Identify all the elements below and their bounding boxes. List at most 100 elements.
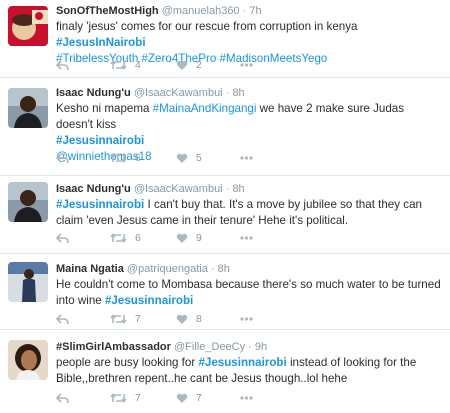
more-icon [240,317,253,321]
retweet-button[interactable]: 6 [110,231,141,245]
tweet-text: He couldn't come to Mombasa because ther… [56,277,444,309]
tweet-text-segment: Kesho ni mapema [56,102,153,115]
tweet[interactable]: Maina Ngatia @patriquengatia · 8h He cou… [0,254,450,330]
heart-icon [176,393,188,403]
tweet-actions: 7 7 [56,391,436,405]
more-icon [240,63,253,67]
reply-button[interactable] [56,391,69,405]
hashtag-link[interactable]: #Jesusinnairobi [56,134,144,147]
tweet-timestamp[interactable]: 7h [249,5,261,17]
tweet-text-segment: finaly 'jesus' comes for our rescue from… [56,20,358,33]
like-button[interactable]: 7 [176,391,202,405]
user-fullname[interactable]: SonOfTheMostHigh [56,5,159,17]
like-button[interactable]: 2 [176,58,202,72]
tweet-timestamp[interactable]: 9h [255,341,267,353]
more-button[interactable] [240,312,253,326]
like-count: 9 [196,232,202,244]
avatar[interactable] [8,6,48,46]
user-handle[interactable]: @IsaacKawambui [134,183,223,195]
retweet-icon [110,393,127,403]
reply-icon [56,152,69,163]
retweet-button[interactable]: 7 [110,391,141,405]
reply-button[interactable] [56,312,69,326]
separator-dot: · [248,341,252,353]
like-button[interactable]: 9 [176,231,202,245]
avatar[interactable] [8,182,48,222]
more-button[interactable] [240,231,253,245]
tweet-actions: 4 2 [56,58,436,72]
separator-dot: · [210,263,215,275]
tweet-text-segment: people are busy looking for [56,356,199,369]
user-fullname[interactable]: Maina Ngatia [56,263,124,275]
hashtag-link[interactable]: #MainaAndKingangi [153,102,257,115]
separator-dot: · [225,87,230,99]
retweet-icon [110,314,127,324]
retweet-button[interactable]: 6 [110,151,141,165]
user-fullname[interactable]: Isaac Ndung'u [56,87,131,99]
more-icon [240,396,253,400]
reply-icon [56,59,69,70]
tweet-timeline: SonOfTheMostHigh @manuelah360 · 7h final… [0,0,450,413]
hashtag-link[interactable]: #JesusInNairobi [56,36,146,49]
avatar-image [8,262,48,302]
more-button[interactable] [240,391,253,405]
more-button[interactable] [240,151,253,165]
user-fullname[interactable]: #SlimGirlAmbassador [56,341,171,353]
retweet-button[interactable]: 4 [110,58,141,72]
tweet-timestamp[interactable]: 8h [232,87,244,99]
retweet-count: 6 [135,232,141,244]
tweet[interactable]: Isaac Ndung'u @IsaacKawambui · 8h #Jesus… [0,176,450,254]
tweet-timestamp[interactable]: 8h [218,263,230,275]
reply-icon [56,232,69,243]
tweet-text: #Jesusinnairobi I can't buy that. It's a… [56,197,444,229]
tweet[interactable]: #SlimGirlAmbassador @Fille_DeeCy · 9h pe… [0,330,450,413]
user-handle[interactable]: @patriquengatia [127,263,208,275]
reply-button[interactable] [56,231,69,245]
hashtag-link[interactable]: #Jesusinnairobi [56,198,144,211]
retweet-count: 7 [135,392,141,404]
reply-icon [56,392,69,403]
separator-dot: · [242,5,247,17]
more-icon [240,156,253,160]
tweet-header: Isaac Ndung'u @IsaacKawambui · 8h [56,86,444,100]
user-handle[interactable]: @Fille_DeeCy [174,341,245,353]
avatar-image [8,6,48,46]
like-count: 2 [196,59,202,71]
heart-icon [176,60,188,70]
retweet-icon [110,233,127,243]
like-count: 8 [196,313,202,325]
tweet-header: SonOfTheMostHigh @manuelah360 · 7h [56,4,444,18]
tweet-header: Isaac Ndung'u @IsaacKawambui · 8h [56,182,444,196]
user-handle[interactable]: @IsaacKawambui [134,87,223,99]
user-fullname[interactable]: Isaac Ndung'u [56,183,131,195]
avatar[interactable] [8,88,48,128]
heart-icon [176,153,188,163]
hashtag-link[interactable]: #Jesusinnairobi [105,294,193,307]
tweet-text: people are busy looking for #Jesusinnair… [56,355,444,387]
tweet[interactable]: SonOfTheMostHigh @manuelah360 · 7h final… [0,0,450,78]
avatar-image [8,182,48,222]
heart-icon [176,314,188,324]
reply-button[interactable] [56,151,69,165]
retweet-count: 6 [135,152,141,164]
user-handle[interactable]: @manuelah360 [162,5,240,17]
tweet-actions: 7 8 [56,312,436,326]
like-count: 7 [196,392,202,404]
like-button[interactable]: 5 [176,151,202,165]
tweet-actions: 6 9 [56,231,436,245]
avatar[interactable] [8,262,48,302]
avatar[interactable] [8,340,48,380]
hashtag-link[interactable]: #Jesusinnairobi [198,356,286,369]
like-button[interactable]: 8 [176,312,202,326]
more-button[interactable] [240,58,253,72]
like-count: 5 [196,152,202,164]
retweet-count: 4 [135,59,141,71]
tweet-timestamp[interactable]: 8h [232,183,244,195]
separator-dot: · [225,183,230,195]
tweet-header: Maina Ngatia @patriquengatia · 8h [56,262,444,276]
reply-button[interactable] [56,58,69,72]
tweet[interactable]: Isaac Ndung'u @IsaacKawambui · 8h Kesho … [0,78,450,176]
retweet-button[interactable]: 7 [110,312,141,326]
retweet-count: 7 [135,313,141,325]
reply-icon [56,313,69,324]
